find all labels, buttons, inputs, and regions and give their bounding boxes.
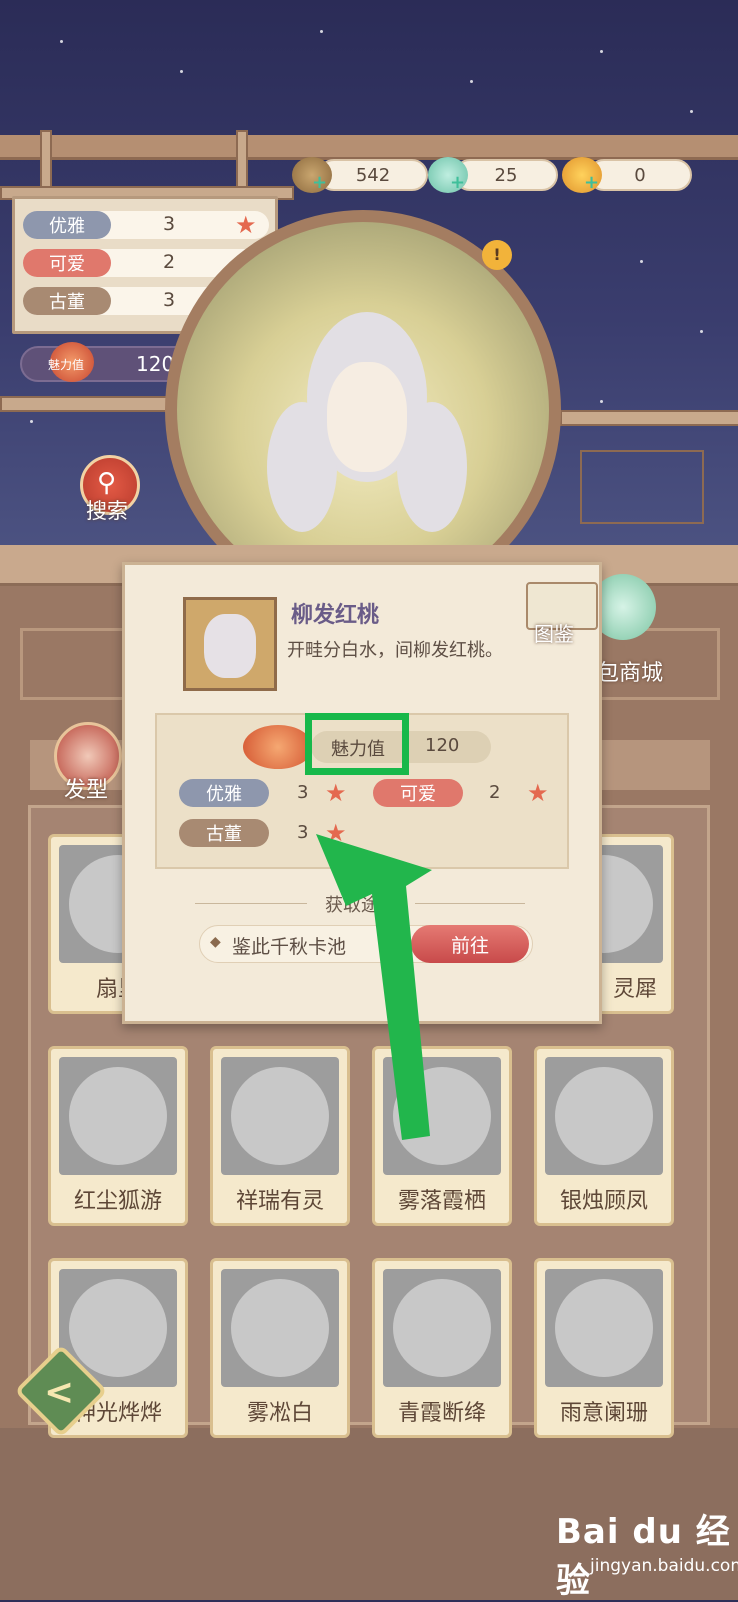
item-thumbnail [383,1057,501,1175]
rail-post [236,130,248,194]
hair-preview [204,614,256,678]
item-thumbnail [545,1269,663,1387]
item-name: 雾凇白 [246,1401,313,1426]
item-card[interactable]: 雾落霞栖 [372,1046,512,1226]
jade-counter: 25 [454,159,558,191]
hair-shape [397,402,467,532]
item-stat-value: 3 [297,822,309,843]
stat-label: 古董 [23,287,111,315]
baidu-watermark: Bai du 经验 [556,1512,731,1601]
collection-button[interactable]: 图鉴 [520,578,602,646]
go-button[interactable]: 前往 [411,925,529,963]
alert-icon[interactable]: ! [482,240,512,270]
watermark-url: jingyan.baidu.com [590,1556,738,1576]
add-jade-icon[interactable]: + [450,172,465,193]
back-arrow-icon: < [44,1372,75,1413]
item-name: 青霞断绛 [397,1401,486,1426]
diamond-icon: ◆ [210,934,221,950]
add-gold-icon[interactable]: + [584,172,599,193]
charm-label: 魅力值 [48,358,85,372]
stat-label: 可爱 [23,249,111,277]
jade-value: 25 [494,164,518,186]
flower-icon [243,725,313,769]
item-card[interactable]: 红尘狐游 [48,1046,188,1226]
item-description: 开畦分白水，间柳发红桃。 [287,640,503,661]
stat-value: 3 [163,213,176,235]
star-icon: ★ [235,211,257,239]
item-card[interactable]: 雾凇白 [210,1258,350,1438]
face-shape [327,362,407,472]
item-card[interactable]: 祥瑞有灵 [210,1046,350,1226]
item-card[interactable]: 青霞断绛 [372,1258,512,1438]
stat-row-elegant: 优雅 3 ★ [23,211,269,239]
charm-highlight-box [305,713,409,775]
search-label: 搜索 [86,499,128,523]
stat-value: 2 [163,251,176,273]
item-thumbnail [183,597,277,691]
window-frame [580,450,704,524]
top-beam [0,135,738,160]
add-coin-icon[interactable]: + [312,172,327,193]
item-thumbnail [383,1269,501,1387]
item-card[interactable]: 雨意阑珊 [534,1258,674,1438]
coin-value: 542 [355,164,391,186]
magnifier-icon: ⚲ [97,468,117,498]
item-stat-label: 可爱 [373,779,463,807]
item-thumbnail [221,1057,339,1175]
item-stat-value: 3 [297,782,309,803]
star-icon: ★ [325,819,347,847]
star-icon: ★ [527,779,549,807]
collection-label: 图鉴 [534,622,574,646]
stat-value: 3 [163,289,176,311]
item-name: 祥瑞有灵 [235,1189,324,1214]
item-thumbnail [59,1057,177,1175]
coin-counter: 542 [318,159,428,191]
item-stat-label: 优雅 [179,779,269,807]
item-thumbnail [221,1269,339,1387]
source-name: 鉴此千秋卡池 [232,936,347,958]
item-stat-value: 2 [489,782,501,803]
item-card[interactable]: 银烛顾凤 [534,1046,674,1226]
hairstyle-tab-label: 发型 [64,778,109,803]
gold-value: 0 [634,164,646,186]
shop-label: 包商城 [597,661,664,686]
item-thumbnail [545,1057,663,1175]
item-title: 柳发红桃 [291,603,380,628]
item-name: 银烛顾凤 [559,1189,648,1214]
item-name: 红尘狐游 [73,1189,162,1214]
item-name: 雨意阑珊 [559,1401,648,1426]
item-name: 雾落霞栖 [397,1189,486,1214]
gold-counter: 0 [588,159,692,191]
item-stat-label: 古董 [179,819,269,847]
item-charm-value: 120 [425,735,460,756]
rail-post [40,130,52,194]
star-icon: ★ [325,779,347,807]
rail-bar [560,410,738,426]
source-title: 获取途径 [307,891,415,917]
stat-label: 优雅 [23,211,111,239]
